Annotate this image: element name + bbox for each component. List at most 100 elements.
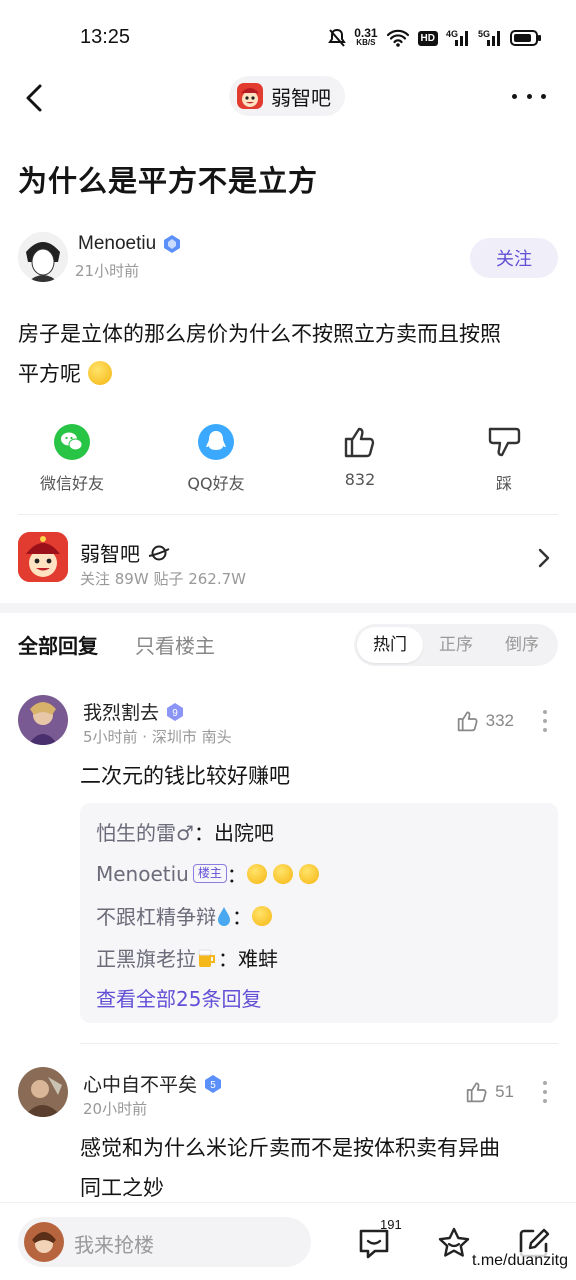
dislike-button[interactable]: 踩 <box>444 424 564 494</box>
comment-avatar[interactable] <box>18 695 68 745</box>
sort-descending[interactable]: 倒序 <box>489 627 555 663</box>
follow-button[interactable]: 关注 <box>470 238 558 278</box>
sub-reply[interactable]: Menoetiu 楼主： <box>96 859 325 888</box>
post-body-line-1: 房子是立体的那么房价为什么不按照立方卖而且按照 <box>18 322 501 346</box>
thumbs-up-icon <box>342 424 378 460</box>
status-icons: 0.31 KB/S HD 4G 5G <box>328 24 542 52</box>
post-title: 为什么是平方不是立方 <box>18 164 319 198</box>
chevron-right-icon <box>538 548 550 568</box>
forum-card-logo-icon <box>18 532 68 582</box>
author-avatar[interactable] <box>18 232 68 282</box>
battery-icon <box>510 30 541 46</box>
thumbs-down-icon <box>486 424 522 460</box>
sub-reply[interactable]: 不跟杠精争辩 ： <box>96 901 278 930</box>
dislike-label: 踩 <box>495 474 512 493</box>
svg-text:5: 5 <box>210 1080 216 1091</box>
scared-emoji-icon <box>252 905 272 926</box>
comment-more-button[interactable] <box>542 710 548 732</box>
hd-badge: HD <box>417 30 438 46</box>
comment-meta: 20小时前 <box>83 1100 148 1118</box>
comment-like-count: 51 <box>495 1082 514 1101</box>
thumbs-up-icon <box>466 1082 487 1103</box>
like-count: 832 <box>344 470 376 489</box>
divider <box>80 1043 558 1044</box>
share-qq-label: QQ好友 <box>187 474 245 493</box>
op-tag: 楼主 <box>192 864 227 883</box>
comment-more-button[interactable] <box>542 1081 548 1103</box>
signal-4g-icon: 4G <box>446 29 468 46</box>
watermark: t.me/duanzitg <box>471 1252 568 1270</box>
star-icon[interactable] <box>436 1225 472 1261</box>
scared-emoji-icon <box>246 863 267 884</box>
planet-icon <box>148 545 170 560</box>
like-button[interactable]: 832 <box>300 424 420 489</box>
comment-avatar[interactable] <box>18 1067 68 1117</box>
scared-emoji-icon <box>272 863 293 884</box>
comment-name-row: 心中自不平矣 5 <box>83 1070 223 1097</box>
droplet-icon <box>218 906 230 926</box>
comment-author[interactable]: 我烈割去 <box>83 698 159 725</box>
thumbs-up-icon <box>457 711 478 732</box>
sub-reply[interactable]: 怕生的雷♂：出院吧 <box>96 817 274 846</box>
post-body: 房子是立体的那么房价为什么不按照立方卖而且按照 平方呢 <box>18 314 563 394</box>
svg-text:5G: 5G <box>478 29 490 39</box>
status-bar: 13:25 0.31 KB/S HD 4G 5G <box>0 0 576 76</box>
sub-reply[interactable]: 正黑旗老拉 ：难蚌 <box>96 943 278 972</box>
wechat-icon <box>54 424 90 460</box>
comment-count: 191 <box>380 1217 402 1232</box>
sort-ascending[interactable]: 正序 <box>423 627 489 663</box>
tab-op-only[interactable]: 只看楼主 <box>135 630 215 659</box>
forum-pill-label: 弱智吧 <box>271 85 331 110</box>
section-gap <box>0 603 576 613</box>
share-row: 微信好友 QQ好友 832 踩 <box>0 424 576 494</box>
thinking-emoji-icon <box>87 361 112 385</box>
wifi-icon <box>386 29 409 47</box>
tab-all-replies[interactable]: 全部回复 <box>18 630 98 659</box>
comment-like-button[interactable]: 332 <box>456 709 514 733</box>
post-time: 21小时前 <box>75 262 140 280</box>
top-nav: 弱智吧 <box>0 70 576 124</box>
comment-text: 二次元的钱比较好赚吧 <box>80 764 290 788</box>
back-button[interactable] <box>18 80 54 116</box>
share-wechat-label: 微信好友 <box>39 474 104 493</box>
forum-card-stats: 关注 89W 贴子 262.7W <box>80 570 246 588</box>
post-body-line-2: 平方呢 <box>18 354 563 394</box>
forum-card-name-row: 弱智吧 <box>80 538 170 567</box>
mute-bell-icon <box>328 28 347 47</box>
comment-author[interactable]: 心中自不平矣 <box>83 1070 197 1097</box>
author-name-row: Menoetiu <box>78 233 182 255</box>
comment-like-count: 332 <box>485 711 514 730</box>
reply-tabs: 全部回复 只看楼主 热门 正序 倒序 <box>0 620 576 670</box>
view-all-replies-link[interactable]: 查看全部25条回复 <box>96 983 261 1012</box>
share-qq-button[interactable]: QQ好友 <box>156 424 276 494</box>
divider <box>18 514 558 515</box>
author-name[interactable]: Menoetiu <box>78 233 156 255</box>
svg-text:4G: 4G <box>446 29 458 39</box>
reply-input[interactable]: 我来抢楼 <box>18 1217 311 1267</box>
sort-toggle: 热门 正序 倒序 <box>354 624 558 666</box>
comment-name-row: 我烈割去 9 <box>83 698 185 725</box>
sort-hot[interactable]: 热门 <box>357 627 423 663</box>
signal-5g-icon: 5G <box>478 29 500 46</box>
forum-logo-icon <box>237 83 263 109</box>
reply-placeholder: 我来抢楼 <box>74 1233 154 1257</box>
forum-pill[interactable]: 弱智吧 <box>229 76 345 116</box>
verified-diamond-icon <box>164 235 181 253</box>
comment-text: 感觉和为什么米论斤卖而不是按体积卖有异曲 同工之妙 <box>80 1136 500 1200</box>
svg-text:9: 9 <box>172 708 178 719</box>
my-avatar <box>24 1222 64 1262</box>
share-wechat-button[interactable]: 微信好友 <box>12 424 132 494</box>
net-speed: 0.31 KB/S <box>354 26 378 47</box>
forum-card-name: 弱智吧 <box>80 542 140 566</box>
beer-icon <box>198 949 215 967</box>
scared-emoji-icon <box>298 863 319 884</box>
level-badge-icon: 5 <box>203 1074 223 1094</box>
comment-like-button[interactable]: 51 <box>465 1080 514 1104</box>
post-author: Menoetiu 21小时前 关注 <box>18 232 558 284</box>
status-time: 13:25 <box>80 26 131 48</box>
forum-card[interactable]: 弱智吧 关注 89W 贴子 262.7W <box>18 530 558 590</box>
comment-meta: 5小时前 · 深圳市 南头 <box>83 728 232 746</box>
more-button[interactable] <box>512 84 546 108</box>
sub-replies: 怕生的雷♂：出院吧 Menoetiu 楼主： 不跟杠精争辩 ： 正黑旗老拉 ：难蚌… <box>80 803 558 1023</box>
back-arrow-icon <box>26 84 42 112</box>
